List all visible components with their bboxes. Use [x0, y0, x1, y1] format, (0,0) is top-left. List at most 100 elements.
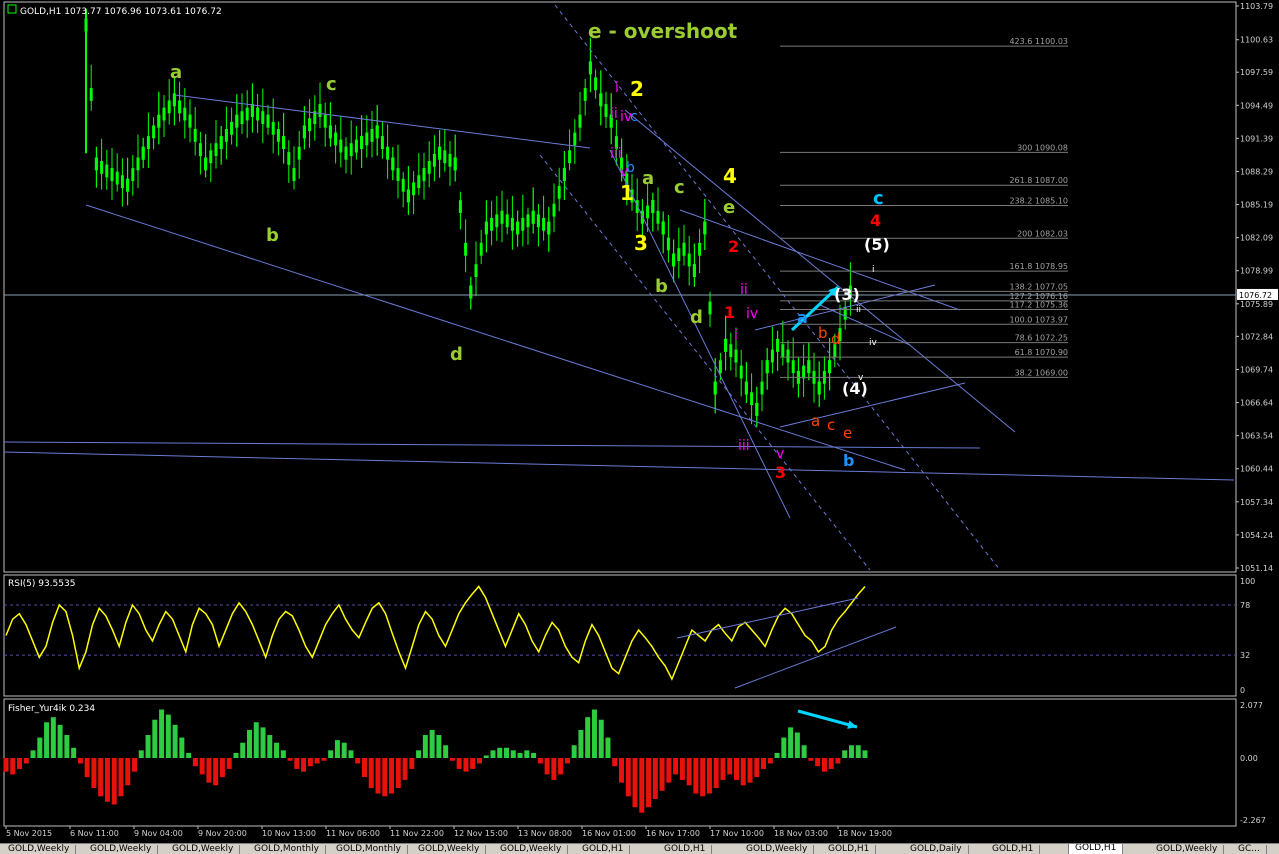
fisher-bar: [192, 758, 198, 767]
wave-label: (3): [834, 285, 860, 304]
fisher-bar: [375, 758, 381, 794]
fib-label: 78.6 1072.25: [1015, 334, 1068, 343]
current-price-label: 1076.72: [1239, 291, 1272, 300]
fisher-bar: [754, 758, 760, 778]
wave-label: d: [831, 330, 841, 348]
fisher-bar: [355, 758, 361, 764]
fisher-bar: [436, 735, 442, 758]
wave-label: b: [843, 451, 854, 470]
candle-body: [167, 100, 171, 114]
fisher-bar: [848, 745, 854, 758]
trend-line: [3, 451, 1235, 481]
rsi-y-tick: 78: [1240, 601, 1250, 610]
fisher-bar: [706, 758, 712, 794]
candle-body: [282, 136, 286, 149]
candle-body: [401, 178, 405, 192]
candle-body: [495, 214, 499, 228]
y-tick-label: 1085.19: [1240, 201, 1273, 210]
candle-body: [531, 210, 535, 224]
rsi-trend-lower: [734, 626, 897, 689]
candle-body: [562, 168, 566, 181]
candle-body: [770, 349, 774, 363]
fisher-bar: [361, 758, 367, 778]
trend-line: [609, 149, 791, 519]
candle-body: [105, 164, 109, 178]
x-tick-label: 18 Nov 03:00: [774, 829, 828, 838]
x-tick-label: 16 Nov 17:00: [646, 829, 700, 838]
candle-body: [744, 381, 748, 395]
fib-label: 117.2 1075.36: [1009, 300, 1068, 309]
fib-label: 61.8 1070.90: [1015, 348, 1068, 357]
candle-body: [271, 121, 275, 135]
candle-body: [646, 205, 650, 219]
fib-label: 100.0 1073.97: [1009, 315, 1068, 324]
fisher-bar: [801, 745, 807, 758]
candle-body: [375, 125, 379, 139]
candle-body: [776, 338, 780, 352]
candle-body: [339, 139, 343, 153]
wave-label: 4: [870, 211, 881, 230]
candle-body: [417, 175, 421, 189]
candle-body: [599, 93, 603, 107]
candle-body: [464, 242, 468, 256]
fisher-bar: [862, 750, 868, 758]
fisher-bar: [280, 750, 286, 758]
x-tick-label: 10 Nov 13:00: [262, 829, 316, 838]
candle-body: [157, 114, 161, 128]
fisher-bar: [104, 758, 110, 802]
fib-label: 38.2 1069.00: [1015, 368, 1068, 377]
fisher-bar: [267, 735, 273, 758]
fisher-bar: [159, 709, 165, 758]
x-tick-label: 11 Nov 06:00: [326, 829, 380, 838]
candle-body: [458, 200, 462, 213]
fisher-bar: [646, 758, 652, 808]
chart-window[interactable]: 1103.79 1100.63 1097.59 1094.49 1091.39 1088.…: [0, 0, 1279, 843]
wave-label: i: [615, 80, 619, 96]
chart-tab-bar: GOLD,Weekly GOLD,Weekly GOLD,Weekly GOLD,Mo…: [0, 843, 1279, 854]
candles: [84, 12, 852, 427]
wave-label: d: [450, 344, 463, 365]
fisher-bar: [727, 758, 733, 775]
fisher-y-tick: 2.077: [1240, 701, 1263, 710]
fisher-bar: [632, 758, 638, 808]
fisher-bar: [219, 758, 225, 778]
fisher-bar: [571, 745, 577, 758]
fib-label: 300 1090.08: [1017, 143, 1068, 152]
fisher-bar: [240, 742, 246, 758]
candle-body: [490, 217, 494, 231]
wave-label: i: [872, 265, 875, 275]
fib-label: 161.8 1078.95: [1009, 262, 1068, 271]
candle-body: [708, 301, 712, 315]
fisher-bar: [781, 737, 787, 758]
fisher-bar: [132, 758, 138, 772]
fisher-bar: [314, 758, 320, 764]
candle-body: [484, 221, 488, 235]
wave-label: a: [170, 62, 182, 83]
candle-body: [453, 157, 457, 171]
y-tick-label: 1051.14: [1240, 564, 1273, 573]
fisher-bar: [639, 758, 645, 813]
fisher-bar: [50, 717, 56, 758]
fisher-bar: [429, 729, 435, 758]
chart-tab[interactable]: GOLD,H1: [1068, 844, 1124, 854]
rsi-title: RSI(5) 93.5535: [8, 579, 75, 589]
symbol-icon: [7, 4, 17, 14]
candle-body: [391, 157, 395, 171]
fisher-bar: [761, 758, 767, 769]
fisher-bar: [842, 750, 848, 758]
wave-label: c: [630, 109, 638, 125]
candle-body: [521, 217, 525, 231]
candle-body: [786, 349, 790, 363]
y-tick-label: 1060.44: [1240, 465, 1273, 474]
fisher-bar: [44, 722, 50, 758]
candle-body: [396, 168, 400, 181]
fisher-bar: [77, 758, 83, 764]
wave-label: 1: [620, 181, 634, 205]
fib-label: 138.2 1077.05: [1009, 282, 1068, 291]
candle-body: [250, 104, 254, 117]
fisher-bar: [497, 747, 503, 758]
x-tick-label: 5 Nov 2015: [6, 829, 52, 838]
fisher-y-tick: -2.267: [1240, 816, 1266, 825]
candle-body: [334, 132, 338, 146]
candle-body: [692, 264, 696, 278]
